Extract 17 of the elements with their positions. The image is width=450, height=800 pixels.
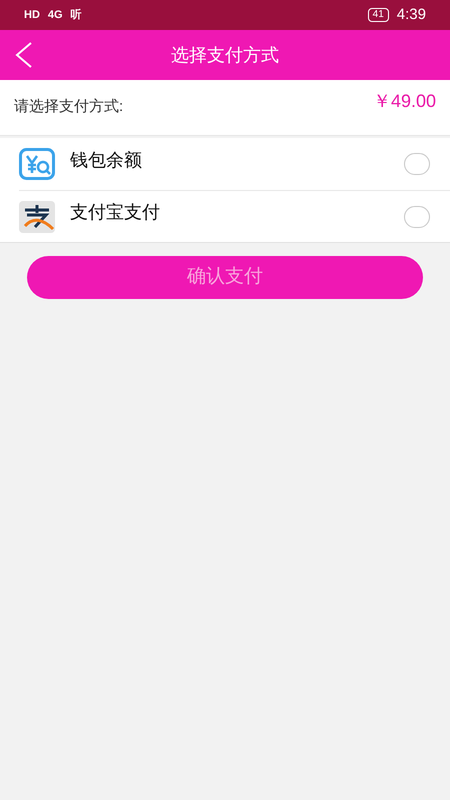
wallet-icon xyxy=(19,148,55,180)
status-indicator: 听 xyxy=(70,8,82,23)
clock: 4:39 xyxy=(396,4,426,25)
status-indicator: HD xyxy=(24,8,40,23)
prompt-text: 请选择支付方式: xyxy=(14,97,124,118)
option-label: 钱包余额 xyxy=(70,148,143,172)
page-title: 选择支付方式 xyxy=(171,44,279,66)
radio-button[interactable] xyxy=(404,153,430,175)
back-icon xyxy=(14,42,34,68)
battery-level: 41 xyxy=(368,8,389,22)
amount-text: ￥49.00 xyxy=(372,90,436,113)
payment-logo-icon xyxy=(19,200,55,232)
status-indicator: 4G xyxy=(48,8,63,23)
radio-button[interactable] xyxy=(404,206,430,228)
payment-option[interactable]: 钱包余额 xyxy=(19,138,450,190)
payment-option[interactable]: 支付宝支付 xyxy=(19,190,450,242)
option-label: 支付宝支付 xyxy=(70,201,161,224)
